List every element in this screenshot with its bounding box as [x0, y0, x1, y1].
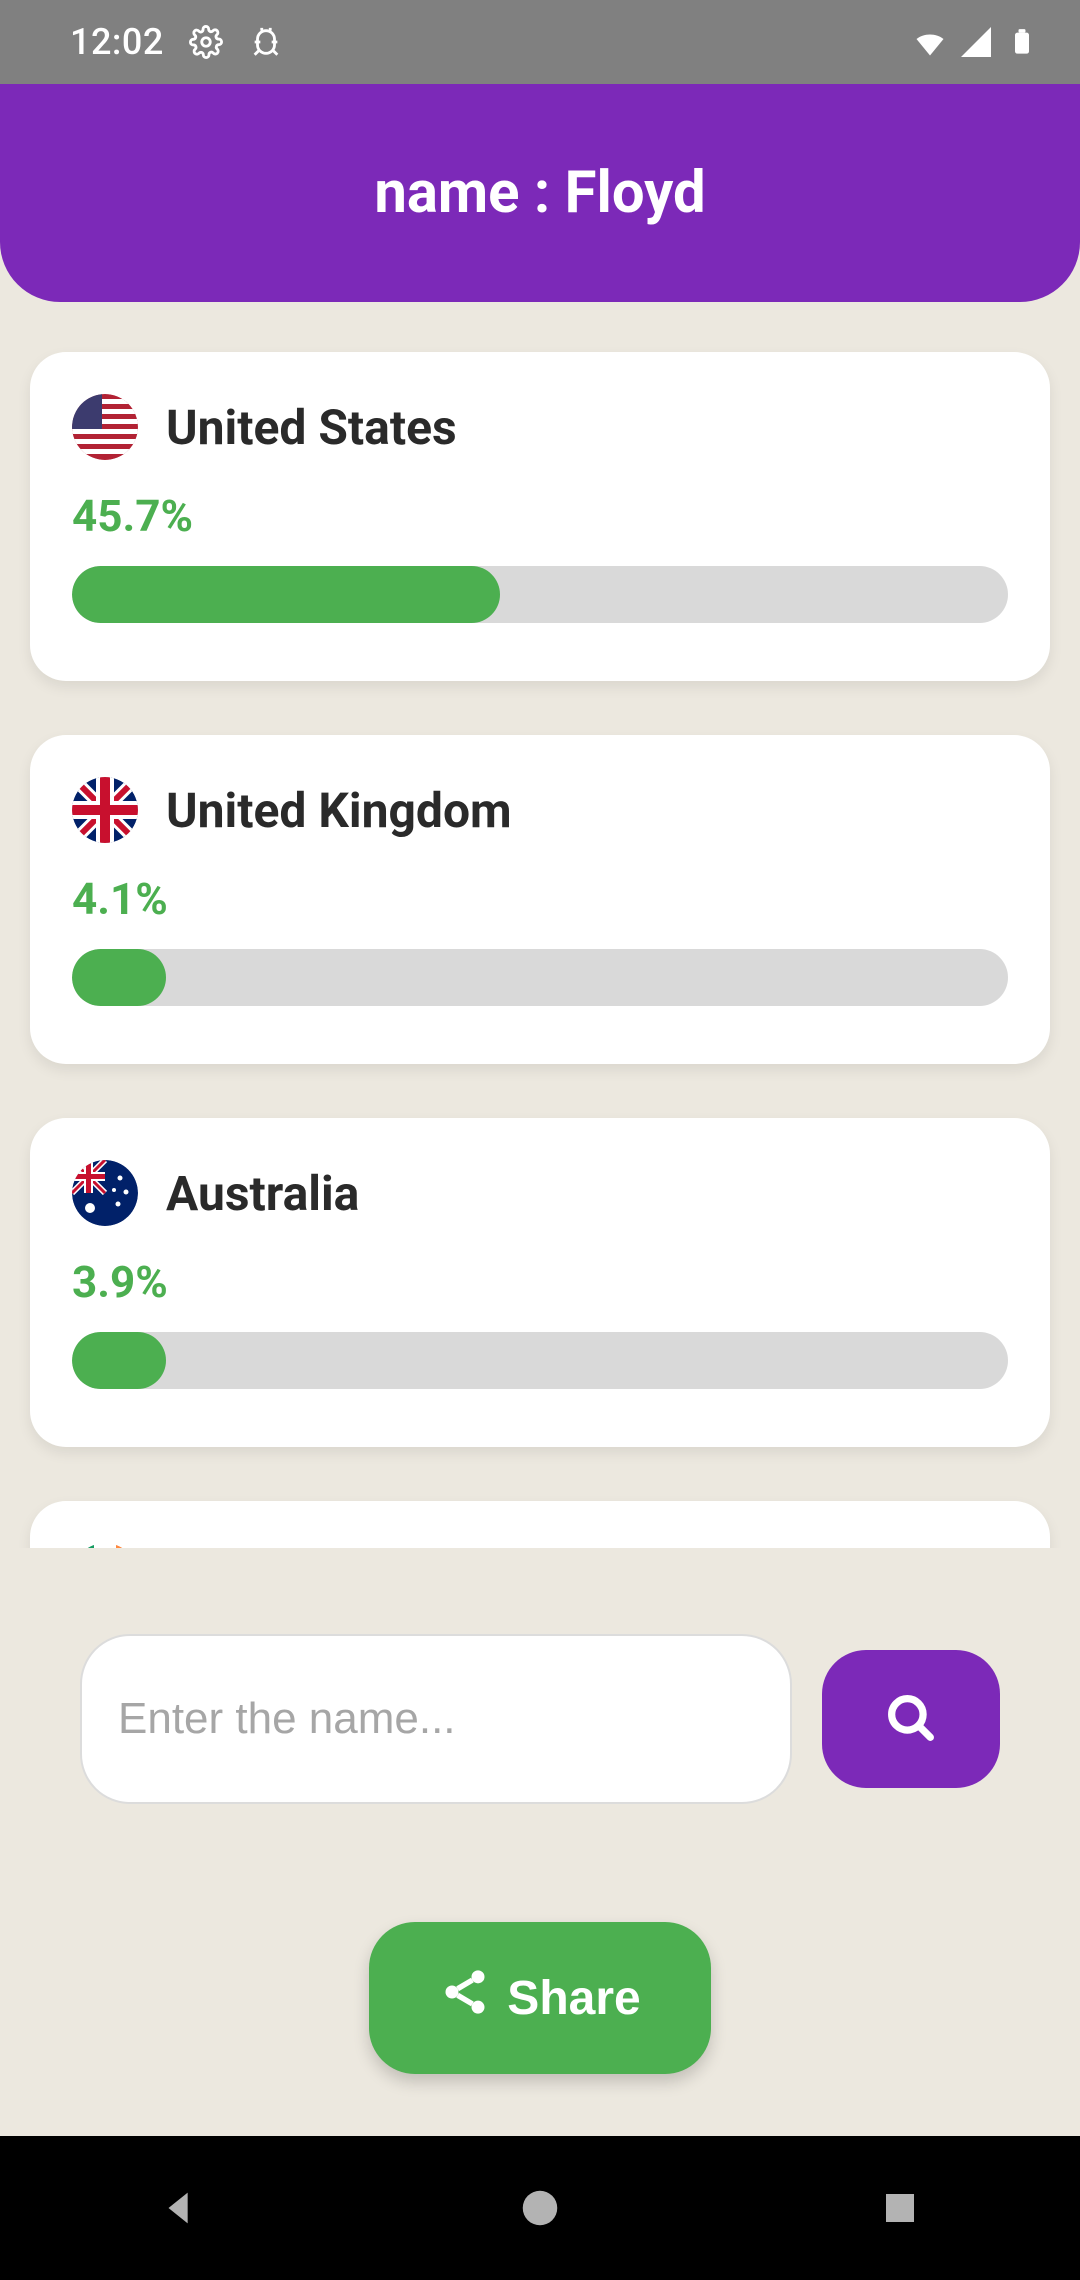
flag-icon [72, 1160, 138, 1226]
battery-icon [1004, 24, 1040, 60]
search-button[interactable] [822, 1650, 1000, 1788]
progress-fill [72, 566, 500, 623]
progress-bar [72, 949, 1008, 1006]
result-card: Australia 3.9% [30, 1118, 1050, 1447]
nav-recent-button[interactable] [870, 2178, 930, 2238]
country-name: Ireland [166, 1548, 315, 1549]
search-row [0, 1548, 1080, 1804]
signal-icon [958, 24, 994, 60]
card-header: United Kingdom [72, 777, 1008, 843]
settings-icon [188, 24, 224, 60]
result-card: Ireland [30, 1501, 1050, 1548]
percent-label: 45.7% [72, 490, 1008, 542]
search-icon [882, 1689, 940, 1750]
progress-fill [72, 949, 166, 1006]
card-header: Ireland [72, 1543, 1008, 1548]
country-name: United Kingdom [166, 782, 512, 839]
result-card: United Kingdom 4.1% [30, 735, 1050, 1064]
nav-home-button[interactable] [510, 2178, 570, 2238]
share-icon [439, 1966, 491, 2030]
share-label: Share [507, 1971, 640, 2026]
progress-bar [72, 566, 1008, 623]
status-right [912, 24, 1040, 60]
debug-icon [248, 24, 284, 60]
wifi-icon [912, 24, 948, 60]
name-search-input[interactable] [80, 1634, 792, 1804]
page-title: name : Floyd [374, 159, 705, 227]
results-list[interactable]: United States 45.7% United Kingdom 4.1% Aust… [0, 302, 1080, 1548]
percent-label: 4.1% [72, 873, 1008, 925]
system-nav-bar [0, 2136, 1080, 2280]
share-row: Share [0, 1804, 1080, 2136]
progress-bar [72, 1332, 1008, 1389]
card-header: United States [72, 394, 1008, 460]
flag-icon [72, 394, 138, 460]
progress-fill [72, 1332, 166, 1389]
status-bar: 12:02 [0, 0, 1080, 84]
status-left: 12:02 [70, 21, 284, 63]
card-header: Australia [72, 1160, 1008, 1226]
app-header: name : Floyd [0, 84, 1080, 302]
share-button[interactable]: Share [369, 1922, 710, 2074]
country-name: Australia [166, 1165, 359, 1222]
country-name: United States [166, 399, 457, 456]
status-time: 12:02 [70, 21, 164, 63]
percent-label: 3.9% [72, 1256, 1008, 1308]
result-card: United States 45.7% [30, 352, 1050, 681]
flag-icon [72, 1543, 138, 1548]
flag-icon [72, 777, 138, 843]
nav-back-button[interactable] [150, 2178, 210, 2238]
